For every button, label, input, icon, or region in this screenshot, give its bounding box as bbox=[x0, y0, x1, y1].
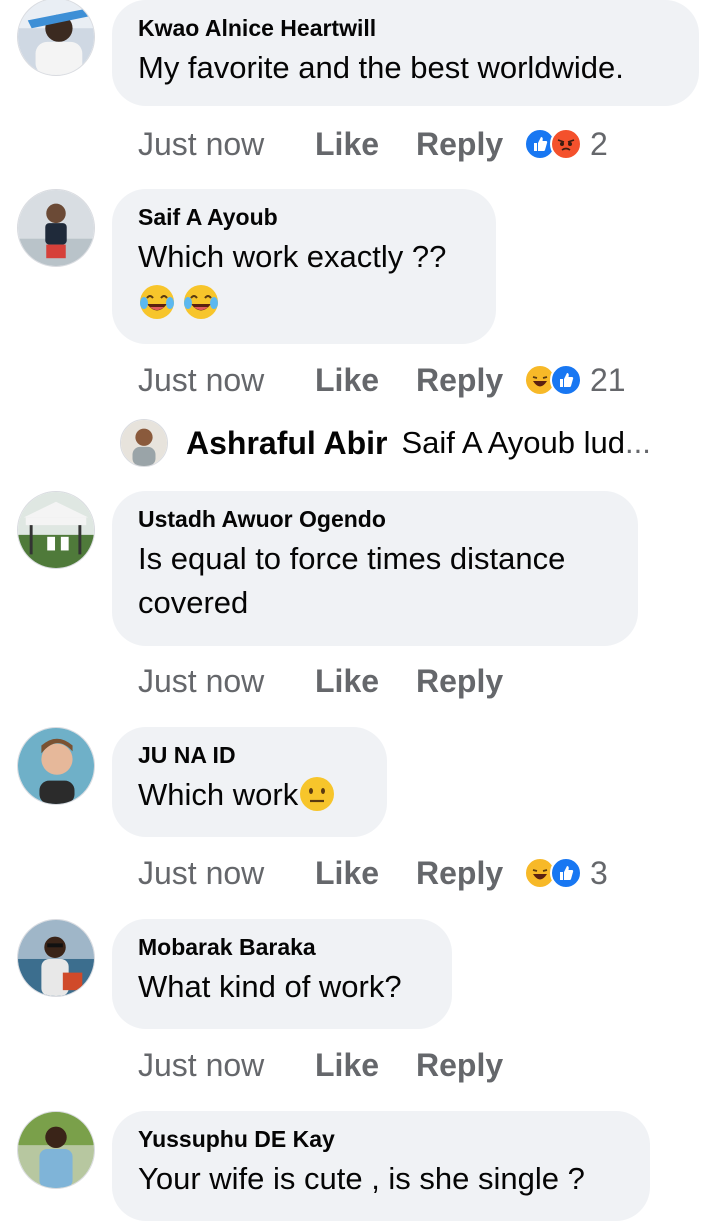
avatar[interactable] bbox=[17, 189, 95, 267]
comment-text-row: Which work bbox=[138, 773, 361, 817]
comment-text: Your wife is cute , is she single ? bbox=[138, 1161, 585, 1196]
reaction-summary[interactable]: 2 bbox=[524, 126, 608, 163]
comment-bubble: Saif A Ayoub Which work exactly ?? bbox=[112, 189, 496, 344]
avatar-photo-icon bbox=[18, 728, 94, 804]
like-button[interactable]: Like bbox=[315, 362, 416, 399]
avatar-photo-icon bbox=[18, 920, 94, 996]
comment-author[interactable]: Mobarak Baraka bbox=[138, 933, 426, 961]
avatar[interactable] bbox=[120, 419, 168, 467]
like-button[interactable]: Like bbox=[315, 855, 416, 892]
avatar-photo-icon bbox=[18, 0, 94, 75]
reaction-count: 2 bbox=[590, 125, 608, 162]
avatar-photo-icon bbox=[121, 420, 167, 466]
like-button[interactable]: Like bbox=[315, 1047, 416, 1084]
timestamp[interactable]: Just now bbox=[138, 1047, 315, 1084]
timestamp[interactable]: Just now bbox=[138, 126, 315, 163]
avatar[interactable] bbox=[17, 1111, 95, 1189]
avatar[interactable] bbox=[17, 0, 95, 76]
like-reaction-icon bbox=[550, 857, 582, 889]
comment-actions: Just now Like Reply bbox=[138, 661, 524, 701]
avatar[interactable] bbox=[17, 727, 95, 805]
avatar-photo-icon bbox=[18, 190, 94, 266]
comment-actions: Just now Like Reply bbox=[138, 1045, 524, 1085]
comment-text: Which work exactly ?? bbox=[138, 239, 447, 274]
comment-bubble: Ustadh Awuor Ogendo Is equal to force ti… bbox=[112, 491, 638, 646]
comment-author[interactable]: Saif A Ayoub bbox=[138, 203, 470, 231]
comment-actions: Just now Like Reply 2 bbox=[138, 124, 608, 164]
reaction-summary[interactable]: 21 bbox=[524, 362, 626, 399]
comment-author[interactable]: Kwao Alnice Heartwill bbox=[138, 14, 673, 42]
comment-author[interactable]: Yussuphu DE Kay bbox=[138, 1125, 624, 1153]
comment-author[interactable]: JU NA ID bbox=[138, 741, 361, 769]
reply-button[interactable]: Reply bbox=[416, 1047, 524, 1084]
like-reaction-icon bbox=[550, 364, 582, 396]
avatar-photo-icon bbox=[18, 1112, 94, 1188]
comment-text: What kind of work? bbox=[138, 969, 402, 1004]
avatar-photo-icon bbox=[18, 492, 94, 568]
reply-preview[interactable]: Ashraful Abir Saif A Ayoub lud... bbox=[120, 418, 651, 468]
reply-button[interactable]: Reply bbox=[416, 362, 524, 399]
reaction-count: 21 bbox=[590, 361, 626, 398]
comment-emoji-line bbox=[138, 281, 470, 325]
comment-text-line-1: Is equal to force times distance bbox=[138, 541, 566, 576]
comment-bubble: Kwao Alnice Heartwill My favorite and th… bbox=[112, 0, 699, 106]
tears-of-joy-emoji-icon bbox=[184, 285, 218, 319]
comment-text: Which work bbox=[138, 777, 299, 812]
avatar[interactable] bbox=[17, 919, 95, 997]
reply-text: Saif A Ayoub lud bbox=[401, 425, 626, 460]
like-button[interactable]: Like bbox=[315, 663, 416, 700]
reply-button[interactable]: Reply bbox=[416, 663, 524, 700]
reaction-count: 3 bbox=[590, 854, 608, 891]
reply-author[interactable]: Ashraful Abir bbox=[186, 425, 388, 462]
comment-text-line-2: covered bbox=[138, 585, 249, 620]
comment-author[interactable]: Ustadh Awuor Ogendo bbox=[138, 505, 612, 533]
comment-bubble: Mobarak Baraka What kind of work? bbox=[112, 919, 452, 1029]
comment-actions: Just now Like Reply 3 bbox=[138, 853, 608, 893]
reply-ellipsis: ... bbox=[625, 425, 651, 460]
timestamp[interactable]: Just now bbox=[138, 855, 315, 892]
timestamp[interactable]: Just now bbox=[138, 663, 315, 700]
comment-text: My favorite and the best worldwide. bbox=[138, 50, 624, 85]
avatar[interactable] bbox=[17, 491, 95, 569]
neutral-face-emoji-icon bbox=[300, 777, 335, 811]
like-button[interactable]: Like bbox=[315, 126, 416, 163]
timestamp[interactable]: Just now bbox=[138, 362, 315, 399]
angry-reaction-icon bbox=[550, 128, 582, 160]
comment-actions: Just now Like Reply 21 bbox=[138, 360, 626, 400]
comment-bubble: JU NA ID Which work bbox=[112, 727, 387, 837]
tears-of-joy-emoji-icon bbox=[140, 285, 174, 319]
reaction-summary[interactable]: 3 bbox=[524, 855, 608, 892]
reply-button[interactable]: Reply bbox=[416, 126, 524, 163]
reply-button[interactable]: Reply bbox=[416, 855, 524, 892]
comment-bubble: Yussuphu DE Kay Your wife is cute , is s… bbox=[112, 1111, 650, 1221]
